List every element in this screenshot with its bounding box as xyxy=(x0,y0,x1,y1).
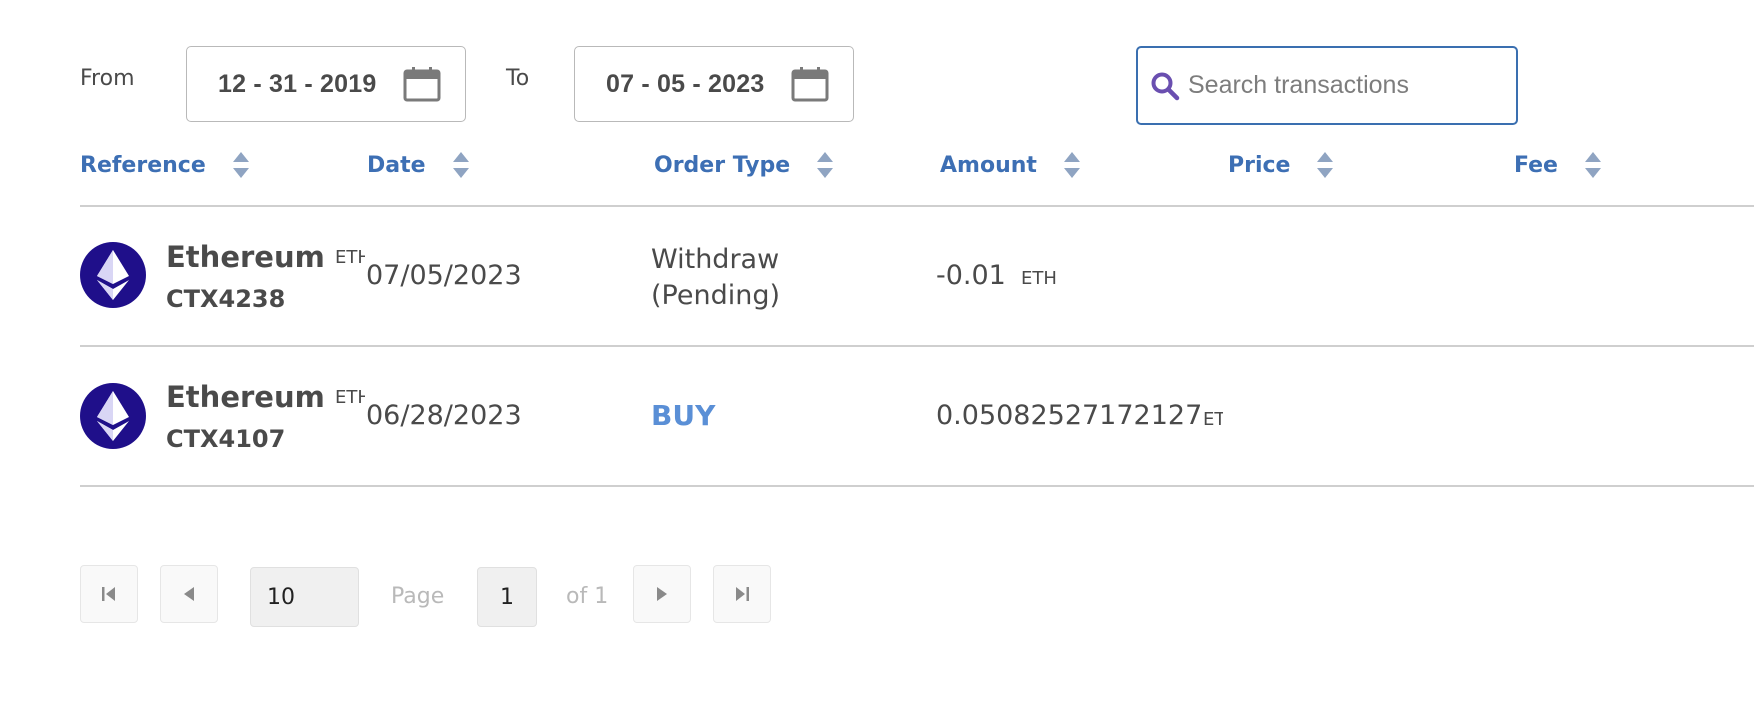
sort-icon[interactable] xyxy=(232,150,250,180)
column-header-label: Price xyxy=(1228,152,1291,178)
from-label: From xyxy=(80,66,135,91)
next-page-icon xyxy=(657,587,667,601)
first-page-button[interactable] xyxy=(80,565,138,623)
column-header-reference[interactable]: Reference xyxy=(80,150,250,180)
transaction-date: 07/05/2023 xyxy=(366,260,522,291)
coin-ticker: ETH xyxy=(335,247,365,268)
amount-unit: ETH xyxy=(1021,268,1057,289)
to-label: To xyxy=(506,66,530,91)
prev-page-icon xyxy=(184,587,194,601)
column-header-label: Reference xyxy=(80,152,206,178)
row-divider xyxy=(80,345,1754,347)
sort-icon[interactable] xyxy=(816,150,834,180)
to-date-value: 07 - 05 - 2023 xyxy=(606,69,765,98)
column-header-price[interactable]: Price xyxy=(1228,150,1334,180)
transaction-reference: CTX4238 xyxy=(166,285,286,313)
sort-icon[interactable] xyxy=(1063,150,1081,180)
column-header-date[interactable]: Date xyxy=(367,150,470,180)
search-box[interactable] xyxy=(1136,46,1518,125)
coin-ticker: ETH xyxy=(335,387,365,408)
last-page-button[interactable] xyxy=(713,565,771,623)
transaction-amount: 0.05082527172127 xyxy=(936,400,1203,431)
page-size-select[interactable]: 10 xyxy=(250,567,359,627)
prev-page-button[interactable] xyxy=(160,565,218,623)
column-header-label: Date xyxy=(367,152,426,178)
transaction-reference: CTX4107 xyxy=(166,425,286,453)
column-header-label: Order Type xyxy=(654,152,791,178)
calendar-icon[interactable] xyxy=(791,66,829,102)
first-page-icon xyxy=(102,587,115,601)
ethereum-icon xyxy=(80,383,146,449)
order-type: BUY xyxy=(651,399,716,432)
last-page-icon xyxy=(736,587,749,601)
to-date-picker[interactable]: 07 - 05 - 2023 xyxy=(574,46,854,122)
transaction-date: 06/28/2023 xyxy=(366,400,522,431)
from-date-picker[interactable]: 12 - 31 - 2019 xyxy=(186,46,466,122)
current-page-input[interactable]: 1 xyxy=(477,567,537,627)
calendar-icon[interactable] xyxy=(403,66,441,102)
page-label: Page xyxy=(391,584,445,609)
page-count: of 1 xyxy=(566,584,609,609)
transaction-amount: -0.01 xyxy=(936,260,1006,291)
ethereum-icon xyxy=(80,242,146,308)
sort-icon[interactable] xyxy=(452,150,470,180)
row-divider xyxy=(80,485,1754,487)
coin-name: Ethereum xyxy=(166,380,325,414)
search-input[interactable] xyxy=(1188,71,1488,100)
sort-icon[interactable] xyxy=(1316,150,1334,180)
column-header-order-type[interactable]: Order Type xyxy=(654,150,834,180)
order-type: Withdraw (Pending) xyxy=(651,244,781,311)
coin-name: Ethereum xyxy=(166,240,325,274)
column-header-label: Amount xyxy=(940,152,1037,178)
header-divider xyxy=(80,205,1754,207)
next-page-button[interactable] xyxy=(633,565,691,623)
search-icon xyxy=(1151,72,1180,100)
column-header-label: Fee xyxy=(1514,152,1558,178)
sort-icon[interactable] xyxy=(1584,150,1602,180)
amount-unit: ETH xyxy=(1203,409,1223,430)
from-date-value: 12 - 31 - 2019 xyxy=(218,69,377,98)
column-header-amount[interactable]: Amount xyxy=(940,150,1081,180)
column-header-fee[interactable]: Fee xyxy=(1514,150,1602,180)
